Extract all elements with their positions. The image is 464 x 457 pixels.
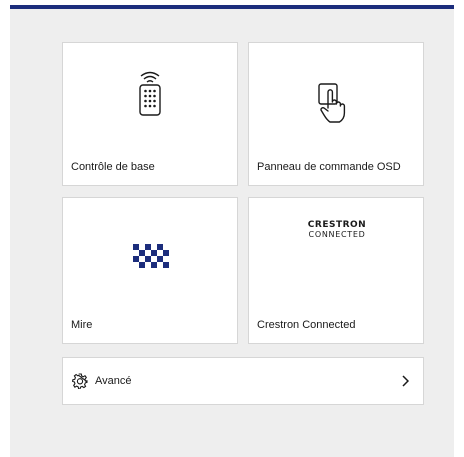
crestron-logo-line1: CRESTRON (307, 220, 367, 230)
advanced-label: Avancé (95, 375, 132, 387)
remote-control-icon (133, 68, 167, 123)
header-accent-bar (10, 5, 454, 9)
crestron-logo: CRESTRON CONNECTED (301, 220, 373, 240)
chevron-right-icon (401, 374, 410, 392)
tile-label: Mire (71, 319, 93, 331)
tile-osd-control-panel[interactable]: Panneau de commande OSD (248, 42, 424, 186)
tile-label: Crestron Connected (257, 319, 356, 331)
tile-test-pattern[interactable]: Mire (62, 197, 238, 344)
test-pattern-icon (133, 244, 169, 273)
tile-crestron-connected[interactable]: CRESTRON CONNECTED Crestron Connected (248, 197, 424, 344)
gear-icon (71, 373, 88, 394)
advanced-button[interactable]: Avancé (62, 357, 424, 405)
tile-basic-control[interactable]: Contrôle de base (62, 42, 238, 186)
tile-label: Panneau de commande OSD (257, 161, 401, 173)
crestron-logo-line2: CONNECTED (308, 230, 366, 239)
touch-panel-icon (316, 82, 356, 129)
tile-label: Contrôle de base (71, 161, 155, 173)
